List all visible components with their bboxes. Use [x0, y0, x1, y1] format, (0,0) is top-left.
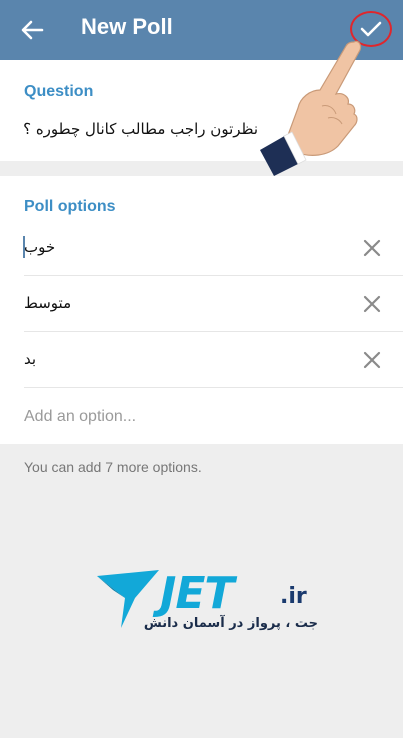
add-option-input[interactable]: Add an option... — [24, 408, 136, 426]
close-icon[interactable] — [363, 239, 381, 257]
arrow-left-icon[interactable] — [18, 16, 46, 44]
brand-name: JET — [160, 568, 234, 619]
brand-tagline: جت ، پرواز در آسمان دانش — [143, 616, 318, 631]
check-icon — [360, 21, 382, 37]
pointing-hand-icon — [258, 38, 368, 178]
poll-option-row: خوب — [23, 220, 403, 276]
jet-logo: JET .ir جت ، پرواز در آسمان دانش — [95, 566, 320, 638]
question-input[interactable]: نظرتون راجب مطالب کانال چطوره ؟ — [23, 120, 258, 138]
poll-option-row: بد — [24, 332, 403, 388]
poll-option-input[interactable]: بد — [24, 350, 36, 368]
poll-option-input[interactable]: متوسط — [24, 294, 71, 312]
poll-option-row: متوسط — [24, 276, 403, 332]
poll-options-section: Poll options خوب متوسط بد Add an option.… — [0, 176, 403, 444]
brand-tld: .ir — [280, 584, 307, 609]
question-label: Question — [24, 83, 94, 100]
poll-options-label: Poll options — [24, 198, 116, 215]
poll-option-input[interactable]: خوب — [24, 238, 55, 256]
close-icon[interactable] — [363, 295, 381, 313]
page-title: New Poll — [81, 14, 173, 39]
close-icon[interactable] — [363, 351, 381, 369]
options-hint: You can add 7 more options. — [24, 459, 202, 475]
